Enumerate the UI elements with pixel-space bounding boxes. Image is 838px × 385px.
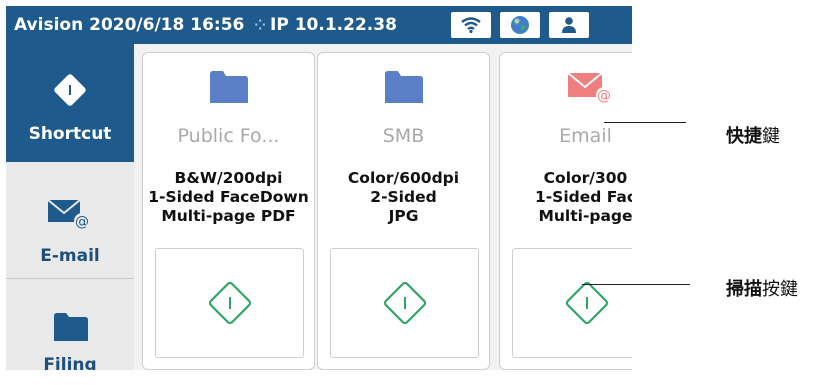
callout-line xyxy=(604,122,686,123)
annotation-bold: 快捷 xyxy=(726,126,762,147)
annotation-normal: 按鍵 xyxy=(762,279,798,300)
annotation-normal: 鍵 xyxy=(762,126,780,147)
wifi-icon xyxy=(461,17,481,33)
scan-button[interactable] xyxy=(330,248,479,358)
setting-line: 2-Sided xyxy=(370,188,437,206)
shortcut-key-annotation: 快捷鍵 xyxy=(726,122,780,148)
scan-start-icon xyxy=(565,281,608,325)
shortcut-card[interactable]: @ Email Color/300 1-Sided Fac Multi-page xyxy=(499,52,632,370)
language-button[interactable] xyxy=(500,12,540,38)
setting-line: Multi-page PDF xyxy=(161,207,296,225)
card-settings: B&W/200dpi 1-Sided FaceDown Multi-page P… xyxy=(143,169,314,226)
shortcut-card[interactable]: SMB Color/600dpi 2-Sided JPG xyxy=(317,52,490,370)
card-icon xyxy=(143,71,314,113)
status-bar: Avision 2020/6/18 16:56 ⁘ IP 10.1.22.38 xyxy=(6,6,632,44)
device-screen: Avision 2020/6/18 16:56 ⁘IP 10.1.22.38 xyxy=(6,6,632,370)
scan-key-annotation: 掃描按鍵 xyxy=(726,275,798,301)
shortcut-card[interactable]: Public Fo... B&W/200dpi 1-Sided FaceDown… xyxy=(142,52,315,370)
sidebar-item-label: Filing xyxy=(43,355,97,370)
setting-line: 1-Sided FaceDown xyxy=(148,188,309,206)
setting-line: Color/600dpi xyxy=(347,169,460,187)
globe-icon xyxy=(511,16,529,34)
callout-line xyxy=(582,284,690,285)
setting-line: B&W/200dpi xyxy=(174,169,283,187)
sidebar-item-label: Shortcut xyxy=(28,124,112,144)
folder-icon xyxy=(54,313,88,341)
svg-text:@: @ xyxy=(75,214,89,230)
scan-start-icon xyxy=(383,281,426,325)
user-button[interactable] xyxy=(549,12,589,38)
card-title: Public Fo... xyxy=(177,125,280,147)
card-title: Email xyxy=(559,125,612,147)
network-icon: ⁘ xyxy=(254,18,267,34)
setting-line: Color/300 xyxy=(543,169,628,187)
card-icon xyxy=(318,71,489,113)
user-icon xyxy=(562,17,576,33)
scan-button[interactable] xyxy=(155,248,304,358)
card-title: SMB xyxy=(382,125,425,147)
brand-label: Avision xyxy=(14,15,84,35)
email-icon: @ xyxy=(566,72,612,104)
email-icon: @ xyxy=(48,199,90,230)
sidebar: Shortcut @ E-mail Filing xyxy=(6,44,134,370)
folder-icon xyxy=(209,71,248,103)
card-settings: Color/300 1-Sided Fac Multi-page xyxy=(500,169,632,226)
status-info: Avision 2020/6/18 16:56 ⁘ IP 10.1.22.38 xyxy=(14,15,397,35)
sidebar-item-filing[interactable]: Filing xyxy=(6,279,134,370)
wifi-button[interactable] xyxy=(451,12,491,38)
card-icon: @ xyxy=(500,71,632,113)
card-settings: Color/600dpi 2-Sided JPG xyxy=(318,169,489,226)
diamond-start-icon xyxy=(54,74,86,106)
svg-text:@: @ xyxy=(597,88,611,104)
scan-button[interactable] xyxy=(512,248,632,358)
setting-line: JPG xyxy=(388,207,419,225)
folder-icon xyxy=(384,71,423,103)
sidebar-item-shortcut[interactable]: Shortcut xyxy=(6,44,134,162)
setting-line: Multi-page xyxy=(538,207,632,225)
datetime-label: 2020/6/18 16:56 xyxy=(89,15,245,35)
annotation-bold: 掃描 xyxy=(726,279,762,300)
sidebar-item-label: E-mail xyxy=(40,246,100,266)
setting-line: 1-Sided Fac xyxy=(534,188,632,206)
scan-start-icon xyxy=(208,281,251,325)
ip-label: IP 10.1.22.38 xyxy=(270,15,397,35)
sidebar-item-email[interactable]: @ E-mail xyxy=(6,162,134,278)
